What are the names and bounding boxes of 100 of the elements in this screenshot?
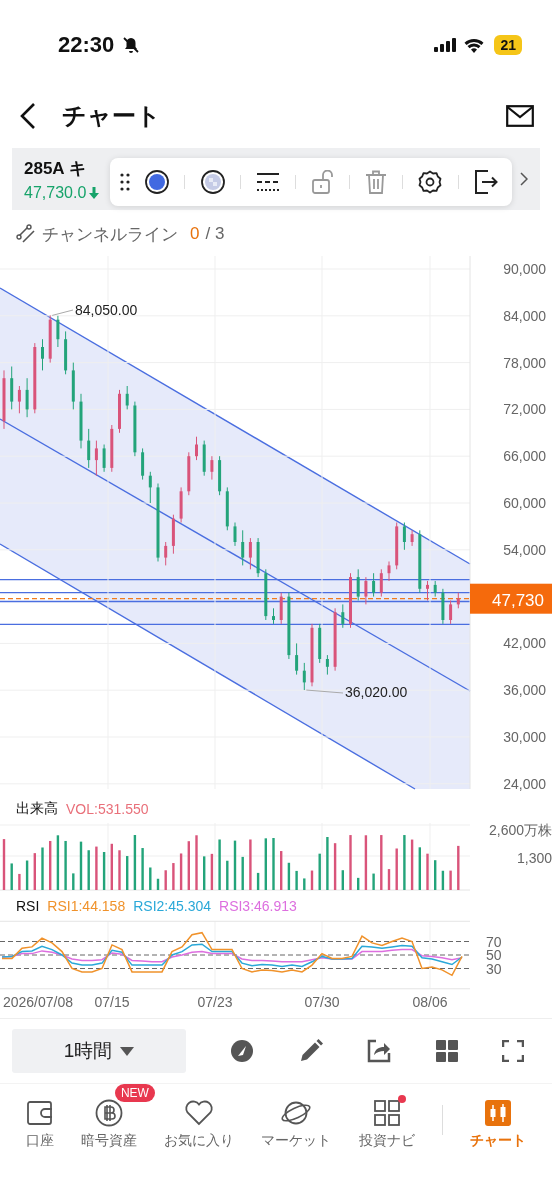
- planet-icon: [280, 1099, 313, 1127]
- candlestick: [164, 541, 168, 566]
- stock-bar[interactable]: 285A キ 47,730.0: [12, 148, 540, 210]
- candlestick: [279, 592, 283, 625]
- candlestick: [48, 314, 52, 364]
- leader-line: [305, 689, 344, 694]
- candlestick: [110, 424, 114, 473]
- channel-line-icon: [16, 224, 36, 244]
- coin-icon: [94, 1099, 123, 1127]
- rsi-reading: RSI1:44.158: [47, 897, 126, 914]
- bell-muted-icon: [122, 36, 141, 54]
- back-icon[interactable]: [18, 102, 38, 130]
- candlestick: [33, 342, 37, 414]
- price-axis-label: 24,000: [503, 775, 546, 792]
- share-icon[interactable]: [367, 1039, 392, 1063]
- candlestick: [418, 529, 422, 594]
- wifi-icon: [464, 37, 485, 53]
- price-axis-label: 54,000: [503, 541, 546, 558]
- candlestick: [25, 377, 29, 418]
- mail-icon[interactable]: [506, 105, 534, 127]
- candlestick: [210, 455, 214, 481]
- candlestick: [364, 576, 368, 605]
- rsi-reading: RSI2:45.304: [133, 897, 212, 914]
- date-label: 08/06: [412, 994, 448, 1010]
- stock-name: 285A キ: [24, 157, 87, 180]
- rsi-reading: RSI3:46.913: [219, 897, 297, 914]
- settings-icon[interactable]: [418, 170, 443, 194]
- rsi-title: RSI: [16, 897, 40, 914]
- candlestick: [333, 607, 337, 672]
- candlestick: [248, 537, 252, 570]
- line-style-icon[interactable]: [256, 172, 281, 192]
- layout-grid-icon[interactable]: [435, 1040, 458, 1062]
- volume-title: 出来高: [16, 799, 58, 818]
- rsi-axis-label: 50: [486, 947, 502, 963]
- candlestick-icon: [485, 1100, 512, 1126]
- color-picker-icon[interactable]: [145, 170, 170, 194]
- candlestick: [125, 385, 129, 410]
- candlestick: [325, 654, 329, 676]
- chevron-right-icon[interactable]: [520, 172, 528, 186]
- volume-axis-label: 1,300: [516, 850, 552, 866]
- gauge-icon[interactable]: [230, 1039, 255, 1063]
- candlestick: [64, 330, 68, 375]
- tab-item[interactable]: 投資ナビ: [358, 1090, 415, 1150]
- price-axis-label: 30,000: [503, 729, 546, 745]
- volume-axis-label: 2,600万株: [488, 823, 552, 838]
- candlestick: [102, 444, 106, 473]
- candlestick: [148, 471, 152, 504]
- stock-price: 47,730.0: [24, 183, 87, 202]
- candlestick: [94, 440, 98, 477]
- candlestick: [71, 362, 75, 410]
- exit-icon[interactable]: [473, 170, 498, 194]
- candlestick: [17, 385, 21, 414]
- candlestick: [241, 529, 245, 566]
- current-price-tag: 47,730: [470, 583, 552, 614]
- candlestick: [441, 588, 445, 625]
- candlestick: [10, 366, 14, 410]
- low-price-label: 36,020.00: [345, 684, 408, 700]
- date-label: 07/23: [197, 994, 233, 1010]
- candlestick: [379, 568, 383, 598]
- fullscreen-icon[interactable]: [501, 1040, 524, 1062]
- candlestick: [356, 568, 360, 601]
- volume-reading: VOL:531.550: [66, 800, 149, 817]
- signal-icon: [434, 38, 457, 52]
- candlestick: [179, 486, 183, 523]
- candlestick: [264, 568, 268, 621]
- date-label: 07/15: [94, 994, 130, 1010]
- candlestick: [310, 623, 314, 687]
- candlestick: [118, 389, 121, 434]
- status-time: 22:30: [58, 32, 115, 58]
- down-arrow-icon: [89, 186, 100, 199]
- candlestick: [272, 607, 275, 625]
- drawing-tool-name: チャンネルライン: [42, 223, 178, 246]
- candlestick: [79, 393, 83, 449]
- heart-icon: [184, 1100, 215, 1126]
- candlestick: [349, 572, 352, 629]
- interval-dropdown[interactable]: 1時間: [12, 1029, 186, 1073]
- candlestick: [426, 580, 429, 601]
- rsi-axis-label: 70: [486, 933, 502, 950]
- candlestick: [87, 428, 91, 469]
- candlestick: [202, 440, 206, 477]
- candlestick: [287, 592, 291, 660]
- tab-item[interactable]: 口座: [25, 1090, 54, 1150]
- fill-pattern-icon[interactable]: [200, 170, 225, 194]
- candlestick: [456, 592, 460, 609]
- candlestick: [41, 338, 44, 371]
- candlestick: [433, 580, 437, 598]
- drag-handle-icon[interactable]: [120, 173, 130, 191]
- drawing-limit: / 3: [205, 224, 225, 244]
- battery-level: 21: [494, 35, 522, 55]
- candlestick: [225, 486, 229, 531]
- price-axis-label: 90,000: [503, 261, 546, 277]
- tab-item[interactable]: マーケット: [261, 1090, 332, 1150]
- price-axis-label: 78,000: [503, 354, 546, 371]
- candlestick: [295, 642, 299, 676]
- leader-line: [51, 309, 74, 316]
- candlestick: [387, 561, 391, 582]
- tab-item[interactable]: お気に入り: [164, 1090, 235, 1150]
- candlestick: [341, 603, 345, 629]
- candlestick: [395, 522, 399, 570]
- pencil-icon[interactable]: [298, 1039, 323, 1063]
